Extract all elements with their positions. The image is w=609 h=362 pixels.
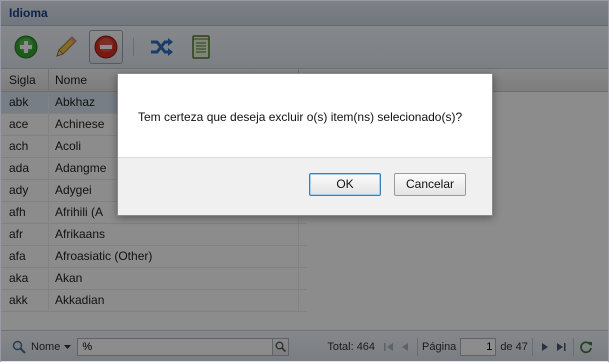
dialog-message: Tem certeza que deseja excluir o(s) item… — [138, 110, 463, 124]
window: Idioma Sigla Nome abk Abkhaz ace Achines… — [0, 0, 609, 362]
dialog-footer: OK Cancelar — [118, 157, 492, 215]
cancel-button[interactable]: Cancelar — [394, 173, 466, 196]
ok-button[interactable]: OK — [309, 173, 381, 196]
confirm-dialog: Tem certeza que deseja excluir o(s) item… — [117, 73, 493, 216]
